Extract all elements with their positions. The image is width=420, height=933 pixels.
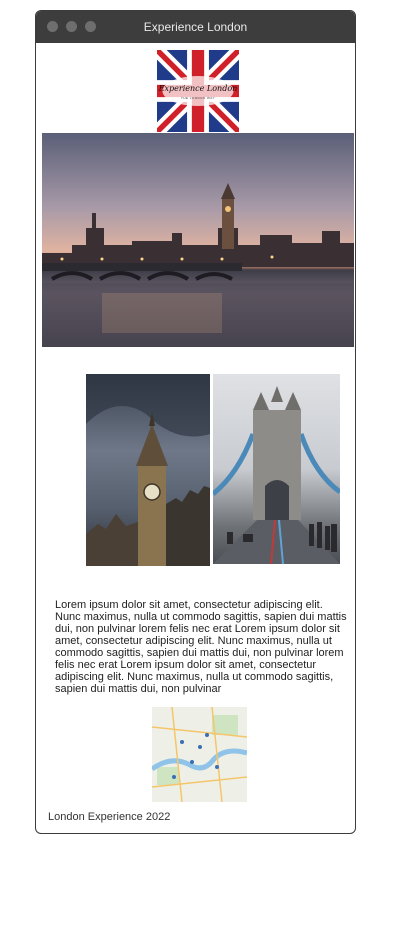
london-map[interactable] bbox=[152, 707, 247, 802]
big-ben-photo bbox=[86, 374, 210, 566]
experience-london-logo: Experience London THE LONDON WAY bbox=[157, 50, 239, 132]
window-controls bbox=[47, 21, 96, 32]
maximize-window-button[interactable] bbox=[85, 21, 96, 32]
minimize-window-button[interactable] bbox=[66, 21, 77, 32]
logo-text: Experience London bbox=[158, 84, 238, 93]
footer-text: London Experience 2022 bbox=[48, 811, 171, 823]
logo-subtitle: THE LONDON WAY bbox=[180, 96, 215, 100]
window-title: Experience London bbox=[143, 20, 248, 34]
intro-paragraph: Lorem ipsum dolor sit amet, consectetur … bbox=[55, 599, 347, 695]
app-window: Experience London Experience London THE … bbox=[35, 10, 356, 834]
tower-bridge-photo bbox=[213, 374, 340, 564]
window-titlebar: Experience London bbox=[36, 11, 355, 43]
westminster-sunset-photo bbox=[42, 133, 354, 347]
close-window-button[interactable] bbox=[47, 21, 58, 32]
